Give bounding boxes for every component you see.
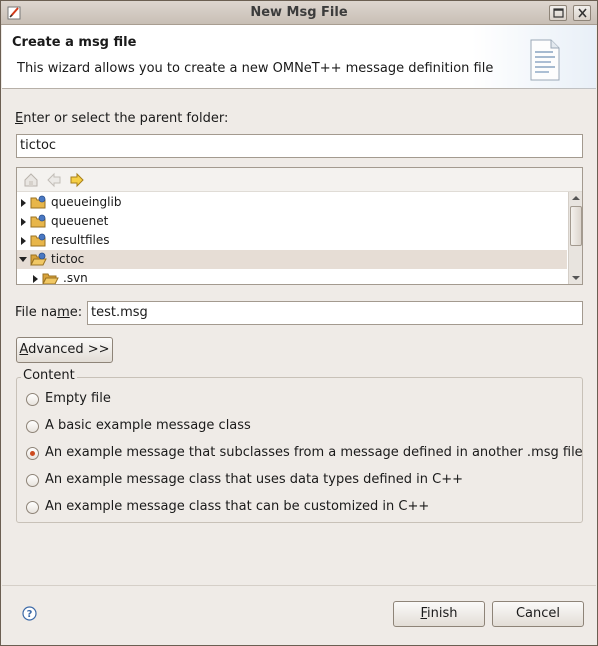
parent-folder-label: Enter or select the parent folder:: [15, 111, 229, 126]
tree-item-label: .svn: [63, 271, 88, 284]
option-label: Empty file: [45, 391, 111, 406]
radio-button[interactable]: [26, 420, 39, 433]
project-folder-icon: [30, 195, 46, 209]
tree-item-label: resultfiles: [51, 233, 110, 247]
tree-item-svn[interactable]: .svn: [17, 269, 567, 284]
tree-scrollbar[interactable]: [568, 192, 582, 284]
forward-arrow-icon[interactable]: [68, 171, 86, 189]
scroll-up-arrow-icon[interactable]: [569, 192, 583, 205]
wizard-header: Create a msg file This wizard allows you…: [2, 25, 596, 89]
radio-button-selected[interactable]: [26, 447, 39, 460]
radio-button[interactable]: [26, 393, 39, 406]
footer-separator: [2, 585, 596, 586]
maximize-button[interactable]: [549, 5, 567, 21]
finish-button[interactable]: Finish: [393, 601, 485, 627]
expand-arrow-icon[interactable]: [21, 218, 26, 226]
home-icon[interactable]: [22, 171, 40, 189]
help-icon[interactable]: ?: [22, 606, 37, 621]
tree-item-tictoc[interactable]: tictoc: [17, 250, 567, 269]
option-label: A basic example message class: [45, 418, 251, 433]
tree-list: queueinglib queuenet resultfiles tictoc …: [17, 192, 567, 284]
wizard-description: This wizard allows you to create a new O…: [17, 61, 494, 76]
project-folder-open-icon: [30, 252, 47, 266]
cancel-button[interactable]: Cancel: [492, 601, 584, 627]
expand-arrow-icon[interactable]: [33, 275, 38, 283]
advanced-button[interactable]: Advanced >>: [16, 337, 113, 363]
project-folder-icon: [30, 233, 46, 247]
wizard-title: Create a msg file: [12, 35, 137, 50]
folder-icon: [42, 273, 59, 284]
option-label: An example message class that uses data …: [45, 472, 464, 487]
tree-item-queueinglib[interactable]: queueinglib: [17, 193, 567, 212]
option-label: An example message that subclasses from …: [45, 445, 583, 460]
tree-item-label: queuenet: [51, 214, 109, 228]
collapse-arrow-icon[interactable]: [19, 257, 27, 262]
content-group-label: Content: [21, 368, 77, 383]
tree-item-label: tictoc: [51, 252, 85, 266]
new-msg-file-dialog: New Msg File Create a msg file This wiza…: [0, 0, 598, 646]
file-name-input[interactable]: test.msg: [87, 301, 583, 325]
radio-button[interactable]: [26, 474, 39, 487]
parent-folder-input[interactable]: tictoc: [16, 134, 583, 158]
close-icon: [578, 8, 587, 18]
close-button[interactable]: [573, 5, 591, 21]
expand-arrow-icon[interactable]: [21, 237, 26, 245]
file-name-label: File name:: [15, 305, 83, 320]
new-file-wizard-icon: [530, 39, 560, 81]
expand-arrow-icon[interactable]: [21, 199, 26, 207]
option-label: An example message class that can be cus…: [45, 499, 430, 514]
tree-item-label: queueinglib: [51, 195, 122, 209]
tree-item-resultfiles[interactable]: resultfiles: [17, 231, 567, 250]
title-bar[interactable]: New Msg File: [1, 1, 597, 25]
scroll-down-arrow-icon[interactable]: [569, 271, 583, 284]
back-arrow-icon[interactable]: [45, 171, 63, 189]
maximize-icon: [553, 8, 564, 18]
tree-toolbar: [17, 168, 582, 192]
scrollbar-thumb[interactable]: [570, 206, 582, 246]
svg-text:?: ?: [27, 609, 33, 620]
window-title: New Msg File: [250, 5, 348, 20]
folder-tree[interactable]: queueinglib queuenet resultfiles tictoc …: [16, 167, 583, 285]
radio-button[interactable]: [26, 501, 39, 514]
tree-item-queuenet[interactable]: queuenet: [17, 212, 567, 231]
project-folder-icon: [30, 214, 46, 228]
